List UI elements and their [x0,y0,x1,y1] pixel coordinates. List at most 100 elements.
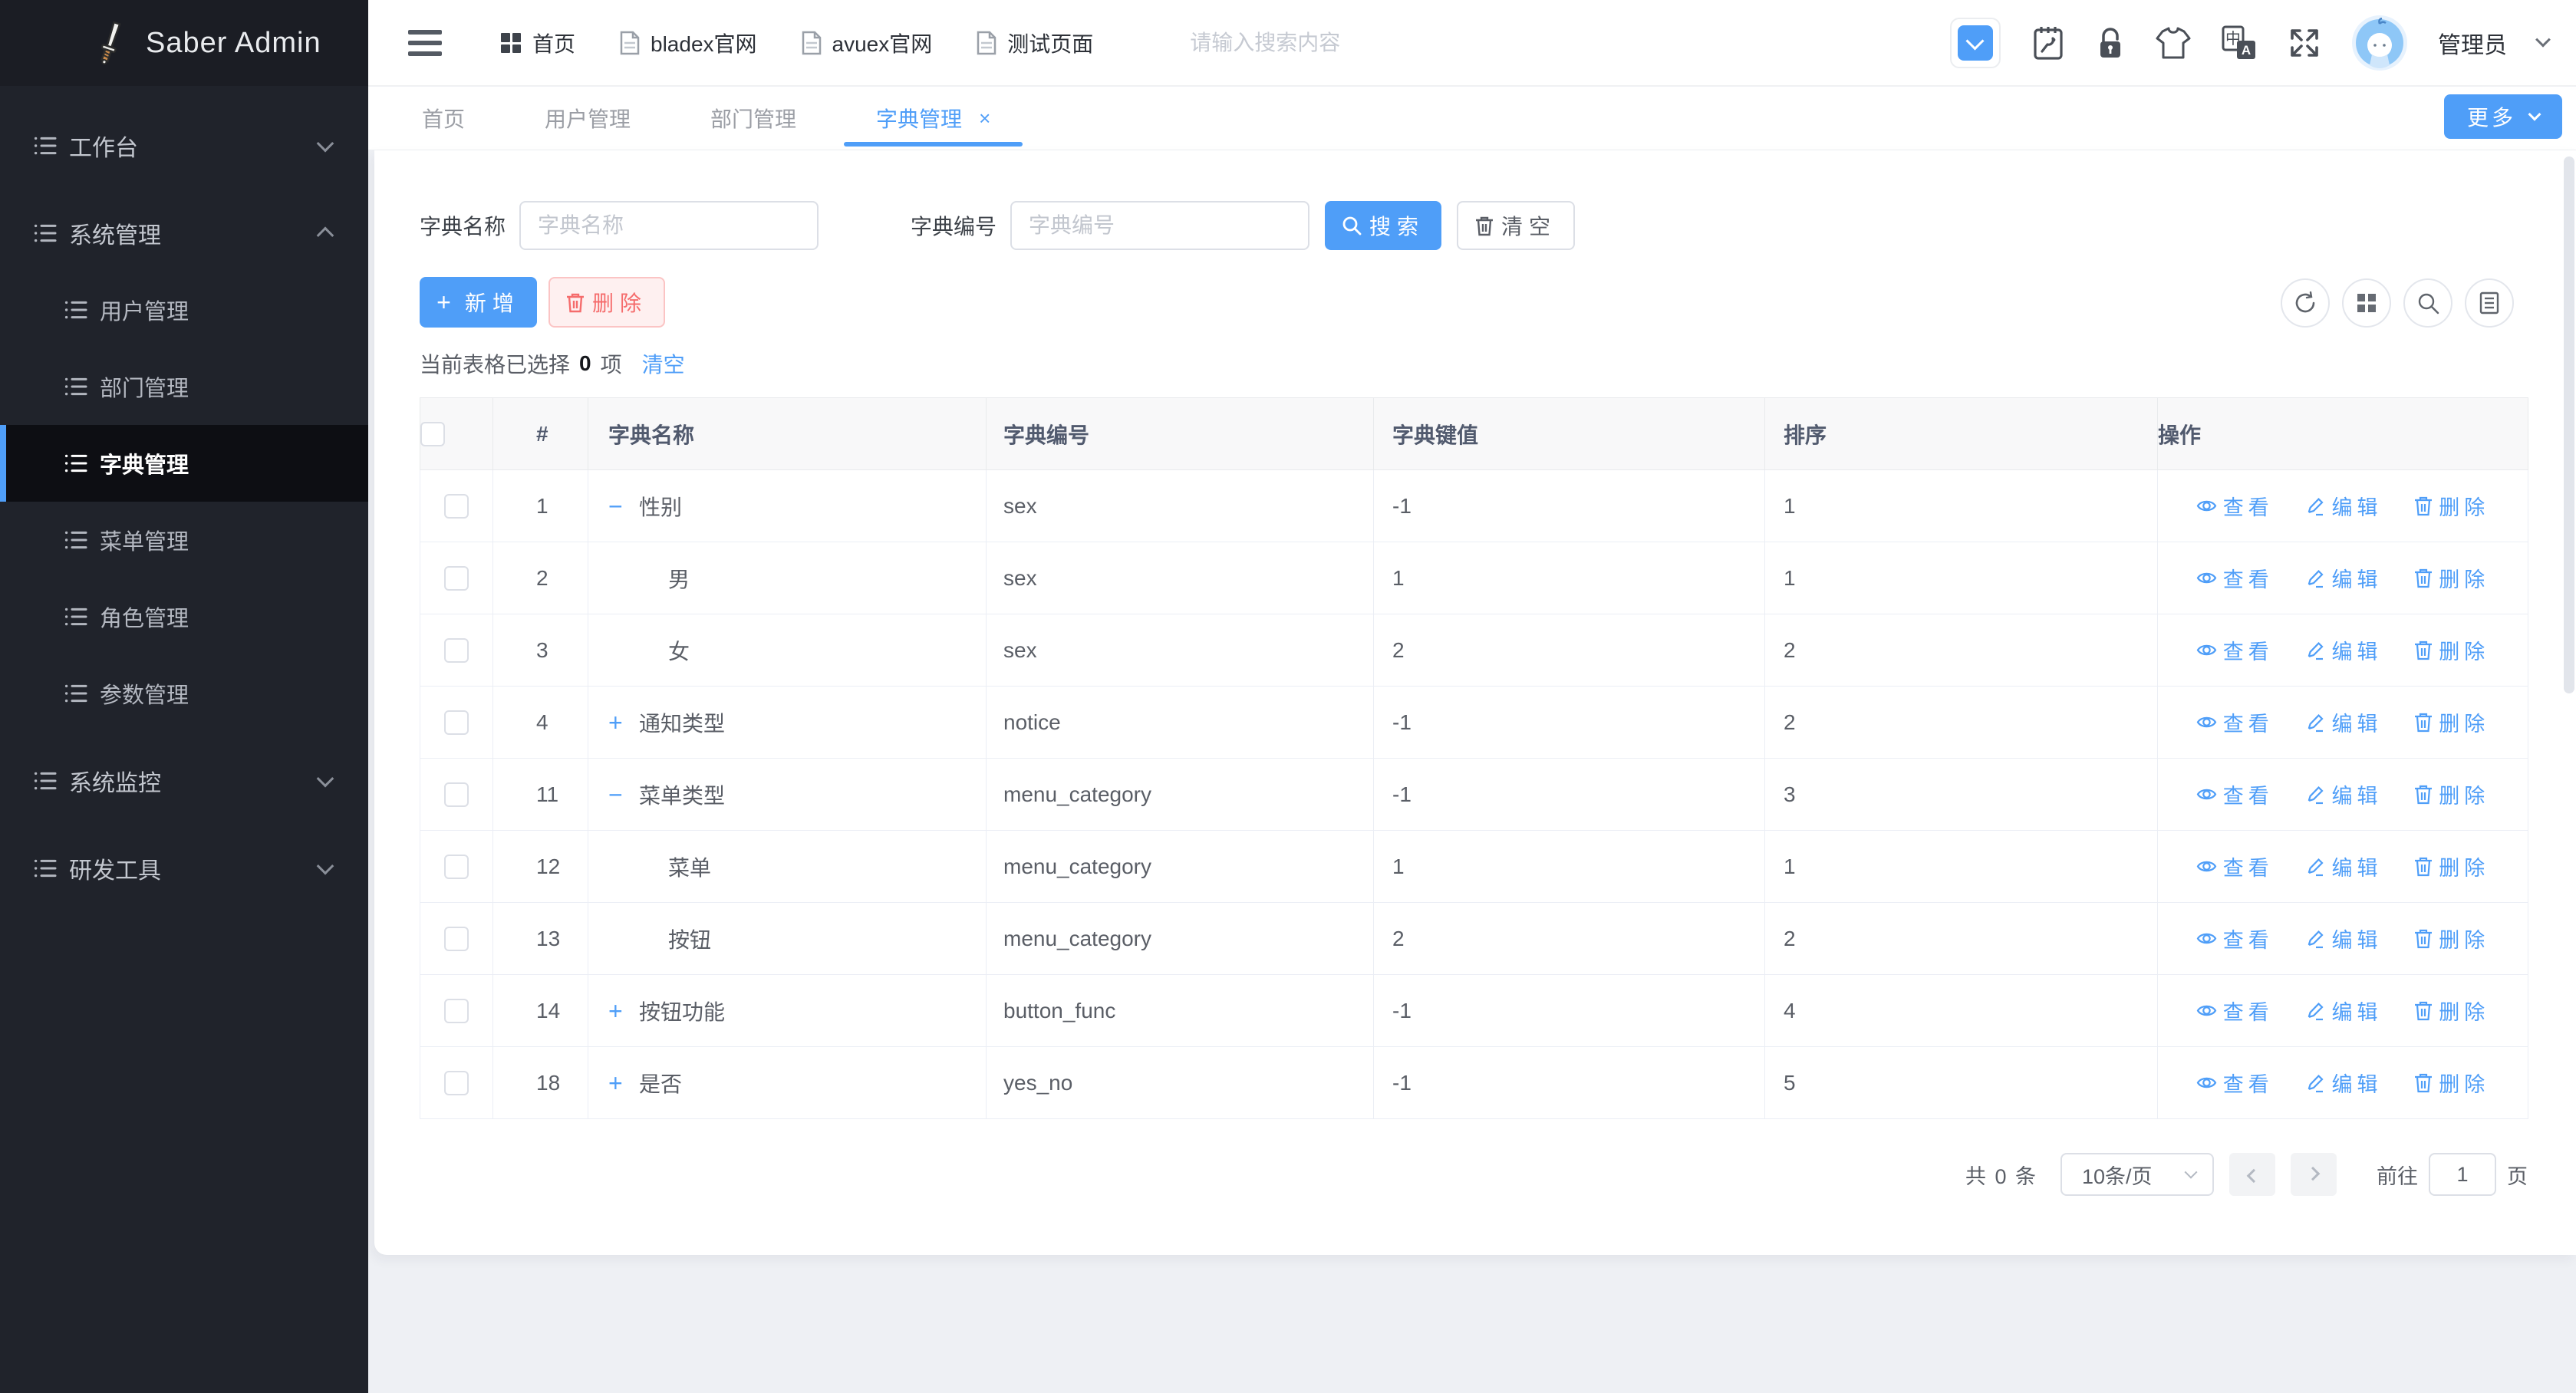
delete-link[interactable]: 删除 [2414,924,2489,953]
delete-link[interactable]: 删除 [2414,779,2489,809]
page-size-select[interactable]: 10条/页 [2060,1153,2214,1196]
row-checkbox[interactable] [444,927,469,951]
row-checkbox[interactable] [444,566,469,591]
delete-link[interactable]: 删除 [2414,635,2489,665]
sidebar-item[interactable]: 字典管理 [0,425,368,502]
refresh-button[interactable] [2281,278,2330,328]
dict-value: 2 [1374,614,1765,687]
next-page-button[interactable] [2291,1153,2337,1196]
debug-icon[interactable] [2031,25,2065,61]
delete-link[interactable]: 删除 [2414,707,2489,737]
trash-icon [2414,712,2433,733]
row-checkbox[interactable] [444,638,469,663]
topnav-item-bladex[interactable]: bladex官网 [620,28,757,58]
scrollbar-thumb[interactable] [2564,156,2574,693]
edit-link[interactable]: 编辑 [2306,779,2383,809]
sidebar-item[interactable]: 工作台 [0,107,368,184]
view-link[interactable]: 查看 [2196,996,2274,1026]
sidebar-item[interactable]: 角色管理 [0,578,368,655]
delete-link[interactable]: 删除 [2414,563,2489,593]
tab-dict-mgmt[interactable]: 字典管理 × [836,87,1030,150]
edit-link[interactable]: 编辑 [2306,851,2383,881]
top-menu-toggle-button[interactable] [1950,18,2001,68]
view-link[interactable]: 查看 [2196,635,2274,665]
view-link[interactable]: 查看 [2196,707,2274,737]
edit-link[interactable]: 编辑 [2306,996,2383,1026]
delete-link[interactable]: 删除 [2414,996,2489,1026]
delete-button[interactable]: 删除 [548,277,665,328]
tab-close-icon[interactable]: × [979,107,990,130]
edit-link[interactable]: 编辑 [2306,563,2383,593]
tab-dept-mgmt[interactable]: 部门管理 [670,87,836,150]
delete-label: 删除 [2439,996,2489,1026]
column-settings-button[interactable] [2465,278,2514,328]
row-checkbox[interactable] [444,1071,469,1095]
sidebar-item[interactable]: 用户管理 [0,272,368,348]
edit-link[interactable]: 编辑 [2306,635,2383,665]
select-all-checkbox[interactable] [420,422,445,446]
tree-toggle-icon[interactable]: + [608,1071,639,1095]
topnav-item-avuex[interactable]: avuex官网 [802,28,933,58]
delete-label: 删除 [2439,1068,2489,1098]
sidebar-item[interactable]: 系统管理 [0,195,368,272]
more-tabs-button[interactable]: 更多 [2444,94,2562,139]
fullscreen-icon[interactable] [2288,26,2321,60]
view-link[interactable]: 查看 [2196,491,2274,521]
search-button[interactable]: 搜索 [1325,201,1441,250]
tab-user-mgmt[interactable]: 用户管理 [505,87,670,150]
sidebar-item[interactable]: 参数管理 [0,655,368,732]
prev-page-button[interactable] [2229,1153,2275,1196]
sidebar-item[interactable]: 部门管理 [0,348,368,425]
user-dropdown-chevron-icon[interactable] [2535,32,2551,48]
row-checkbox[interactable] [444,782,469,807]
dict-code-input[interactable] [1010,201,1309,250]
topnav-item-test[interactable]: 测试页面 [977,28,1093,58]
sidebar-item[interactable]: 系统监控 [0,743,368,819]
edit-link[interactable]: 编辑 [2306,707,2383,737]
view-link[interactable]: 查看 [2196,563,2274,593]
view-link[interactable]: 查看 [2196,1068,2274,1098]
delete-link[interactable]: 删除 [2414,1068,2489,1098]
view-link[interactable]: 查看 [2196,924,2274,953]
view-link[interactable]: 查看 [2196,779,2274,809]
global-search-input[interactable] [1190,31,1512,55]
view-link[interactable]: 查看 [2196,851,2274,881]
clear-filter-button[interactable]: 清空 [1457,201,1575,250]
edit-link[interactable]: 编辑 [2306,491,2383,521]
row-checkbox[interactable] [444,710,469,735]
sidebar-item[interactable]: 菜单管理 [0,502,368,578]
grid-view-button[interactable] [2342,278,2391,328]
tree-toggle-icon[interactable]: + [608,710,639,735]
row-checkbox[interactable] [444,999,469,1023]
document-icon [620,31,640,55]
view-label: 查看 [2223,1068,2274,1098]
tree-toggle-icon[interactable]: − [608,494,639,519]
selection-clear-link[interactable]: 清空 [642,348,685,379]
tree-toggle-icon[interactable]: − [608,782,639,807]
avatar[interactable] [2352,15,2407,71]
goto-page-input[interactable] [2429,1153,2496,1196]
delete-link[interactable]: 删除 [2414,491,2489,521]
trash-icon [2414,1072,2433,1093]
delete-link[interactable]: 删除 [2414,851,2489,881]
tab-home[interactable]: 首页 [382,87,505,150]
edit-link[interactable]: 编辑 [2306,924,2383,953]
theme-tshirt-icon[interactable] [2156,27,2191,59]
translate-icon[interactable]: 中 A [2222,25,2257,61]
goto-label: 前往 [2377,1160,2418,1190]
row-checkbox[interactable] [444,494,469,519]
search-toggle-button[interactable] [2403,278,2452,328]
sidebar-item[interactable]: 研发工具 [0,830,368,907]
dict-name-input[interactable] [519,201,819,250]
add-button[interactable]: + 新增 [420,277,537,328]
lock-icon[interactable] [2096,25,2125,61]
row-index: 11 [493,759,588,831]
row-checkbox[interactable] [444,855,469,879]
edit-link[interactable]: 编辑 [2306,1068,2383,1098]
tree-toggle-icon[interactable]: + [608,999,639,1023]
more-label: 更多 [2467,101,2516,132]
topnav-item-home[interactable]: 首页 [500,28,575,58]
user-name[interactable]: 管理员 [2438,26,2507,60]
pencil-icon [2306,785,2326,805]
collapse-menu-icon[interactable] [408,30,442,56]
